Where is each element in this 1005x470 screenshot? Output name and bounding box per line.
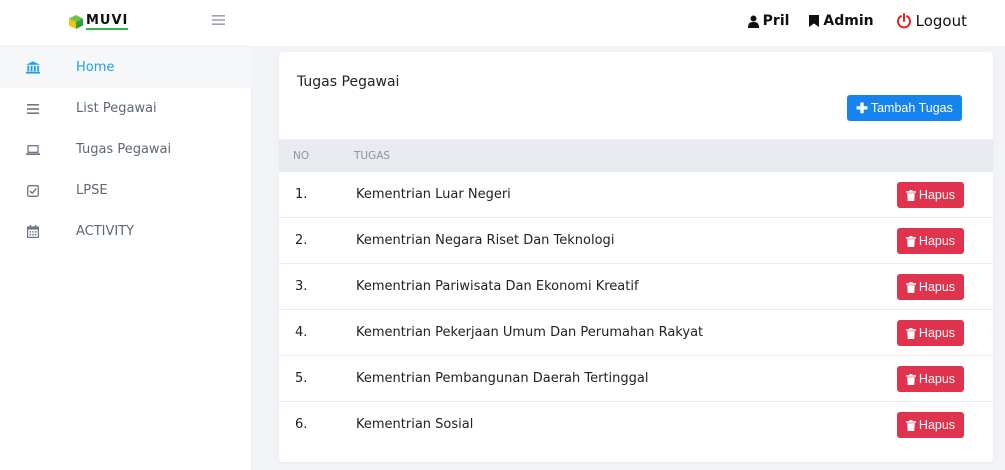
sidebar-item-label: Tugas Pegawai [76, 142, 172, 157]
row-tugas: Kementrian Pariwisata Dan Ekonomi Kreati… [356, 279, 639, 294]
calendar-icon [26, 225, 40, 239]
delete-button[interactable]: Hapus [897, 320, 964, 346]
brand-logo[interactable]: MUVI [68, 13, 129, 30]
row-tugas: Kementrian Pembangunan Daerah Tertinggal [356, 371, 649, 386]
table-row: 6. Kementrian Sosial Hapus [279, 402, 993, 448]
logout-label: Logout [915, 12, 967, 30]
sidebar-item-list-pegawai[interactable]: List Pegawai [0, 88, 252, 129]
row-number: 3. [295, 279, 308, 294]
add-tugas-label: Tambah Tugas [870, 101, 953, 115]
row-number: 2. [295, 233, 308, 248]
row-number: 1. [295, 187, 308, 202]
user-profile-link[interactable]: Pril [747, 13, 790, 29]
laptop-icon [26, 143, 40, 157]
delete-button[interactable]: Hapus [897, 182, 964, 208]
table-row: 2. Kementrian Negara Riset Dan Teknologi… [279, 218, 993, 264]
trash-icon [905, 373, 916, 385]
table-row: 3. Kementrian Pariwisata Dan Ekonomi Kre… [279, 264, 993, 310]
delete-label: Hapus [918, 188, 956, 202]
column-header-tugas: TUGAS [354, 150, 391, 162]
row-tugas: Kementrian Luar Negeri [356, 187, 511, 202]
user-role: Admin [823, 13, 874, 29]
row-tugas: Kementrian Sosial [356, 417, 474, 432]
user-role-link[interactable]: Admin [809, 13, 874, 29]
row-tugas: Kementrian Negara Riset Dan Teknologi [356, 233, 615, 248]
tugas-card: Tugas Pegawai ✚ Tambah Tugas NO TUGAS 1.… [279, 52, 993, 462]
user-icon [747, 15, 759, 28]
row-tugas: Kementrian Pekerjaan Umum Dan Perumahan … [356, 325, 704, 340]
row-number: 5. [295, 371, 308, 386]
delete-label: Hapus [918, 372, 956, 386]
delete-button[interactable]: Hapus [897, 366, 964, 392]
user-menu: Pril Admin Logout [728, 12, 967, 30]
top-navbar: MUVI Pril Admin Logout [0, 0, 1005, 47]
delete-label: Hapus [918, 280, 956, 294]
plus-icon: ✚ [856, 99, 868, 116]
page-title: Tugas Pegawai [297, 74, 400, 90]
column-header-no: NO [293, 150, 310, 162]
table-header: NO TUGAS [279, 139, 993, 172]
brand-name: MUVI [86, 13, 129, 30]
trash-icon [905, 419, 916, 431]
sidebar-item-lpse[interactable]: LPSE [0, 170, 252, 211]
sidebar-item-tugas-pegawai[interactable]: Tugas Pegawai [0, 129, 252, 170]
sidebar-item-home[interactable]: Home [0, 47, 252, 88]
delete-button[interactable]: Hapus [897, 412, 964, 438]
trash-icon [905, 281, 916, 293]
sidebar-item-label: LPSE [76, 183, 108, 198]
sidebar-item-label: List Pegawai [76, 101, 157, 116]
row-number: 4. [295, 325, 308, 340]
delete-label: Hapus [918, 418, 956, 432]
power-icon [896, 13, 911, 29]
sidebar-item-label: ACTIVITY [76, 224, 135, 239]
logout-button[interactable]: Logout [896, 12, 967, 30]
cube-logo-icon [68, 14, 84, 30]
list-icon [26, 102, 40, 116]
table-row: 5. Kementrian Pembangunan Daerah Terting… [279, 356, 993, 402]
sidebar-item-label: Home [76, 60, 115, 75]
trash-icon [905, 235, 916, 247]
checkbox-icon [26, 184, 40, 198]
delete-label: Hapus [918, 234, 956, 248]
delete-button[interactable]: Hapus [897, 274, 964, 300]
delete-button[interactable]: Hapus [897, 228, 964, 254]
add-tugas-button[interactable]: ✚ Tambah Tugas [847, 95, 962, 121]
sidebar-toggle-icon[interactable] [212, 14, 226, 28]
trash-icon [905, 189, 916, 201]
bank-icon [26, 61, 40, 75]
trash-icon [905, 327, 916, 339]
sidebar-item-activity[interactable]: ACTIVITY [0, 211, 252, 252]
user-name: Pril [762, 13, 790, 29]
table-row: 1. Kementrian Luar Negeri Hapus [279, 172, 993, 218]
row-number: 6. [295, 417, 308, 432]
sidebar: Home List Pegawai Tugas Pegawai LPSE ACT… [0, 47, 252, 470]
table-row: 4. Kementrian Pekerjaan Umum Dan Perumah… [279, 310, 993, 356]
bookmark-icon [809, 15, 820, 27]
delete-label: Hapus [918, 326, 956, 340]
